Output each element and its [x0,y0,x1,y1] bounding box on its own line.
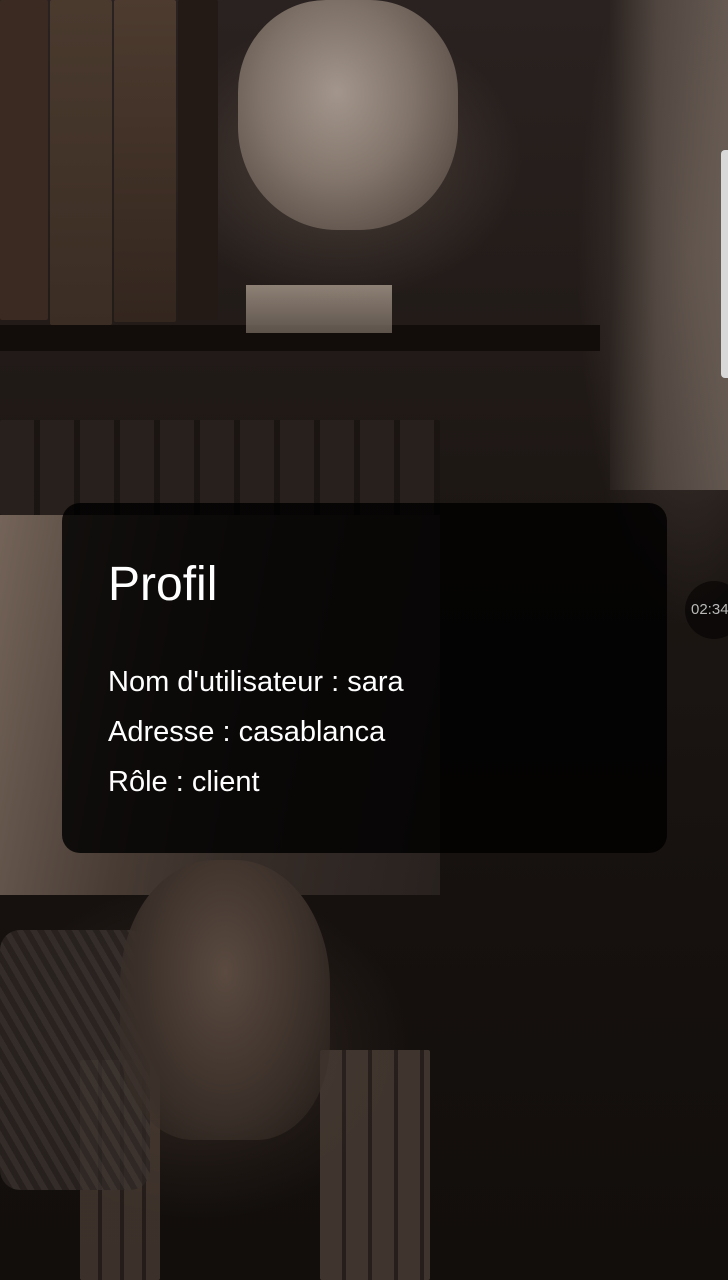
username-value: sara [347,666,404,698]
role-label: Rôle [108,766,168,798]
book-row [320,1050,430,1280]
clock-text: 02:34 [691,601,728,618]
address-value: casablanca [238,716,386,748]
separator: : [167,766,192,798]
separator: : [214,716,239,748]
role-value: client [191,766,260,798]
book-spine [114,0,176,322]
side-panel [610,0,728,490]
separator: : [323,666,348,698]
book-spine [50,0,112,325]
role-row: Rôle : client [108,762,260,802]
profile-card: Profil Nom d'utilisateur : sara Adresse … [62,503,667,853]
address-label: Adresse [108,716,215,748]
book-spine [178,0,218,320]
page-title: Profil [108,558,218,611]
book-row [0,420,440,515]
hand [120,860,330,1140]
username-row: Nom d'utilisateur : sara [108,662,404,702]
bust-pedestal [246,285,392,333]
edge-panel-handle[interactable] [721,150,728,378]
book-spine [0,0,48,320]
username-label: Nom d'utilisateur [108,666,324,698]
address-row: Adresse : casablanca [108,712,385,752]
bust-sculpture [238,0,458,230]
